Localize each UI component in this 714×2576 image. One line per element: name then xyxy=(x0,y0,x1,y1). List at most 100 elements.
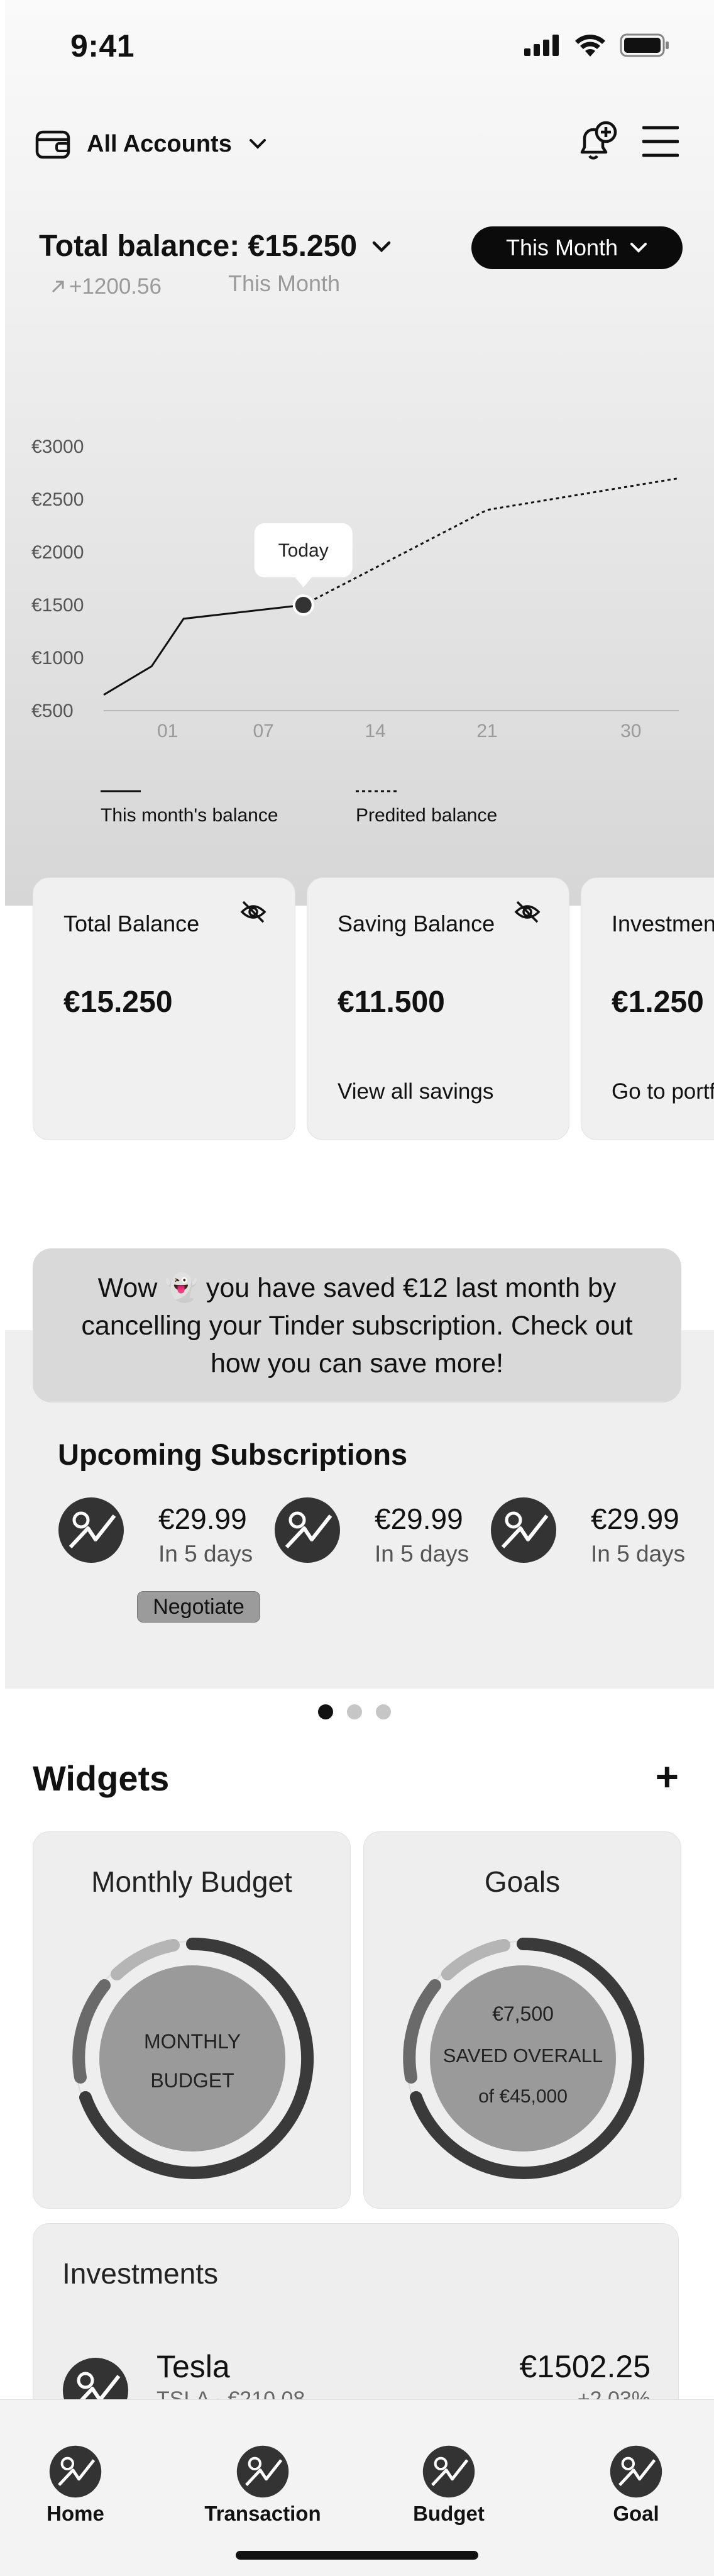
card-title: Total Balance xyxy=(63,911,200,936)
subscription-item[interactable]: €29.99 In 5 days xyxy=(490,1497,698,1579)
goal-saved-amount: €7,500 xyxy=(492,2002,554,2025)
eye-off-icon[interactable] xyxy=(239,899,267,924)
widget-title: Monthly Budget xyxy=(91,1865,292,1898)
goal-target: of €45,000 xyxy=(478,2086,568,2107)
chevron-down-icon xyxy=(249,139,266,149)
app-screen: 9:41 All Accounts Total balance: €15.250… xyxy=(0,0,714,2576)
today-tooltip-label: Today xyxy=(278,540,329,561)
total-balance-title: Total balance: €15.250 xyxy=(39,230,358,263)
y-tick-label: €2500 xyxy=(31,489,84,510)
ring-label-line1: MONTHLY xyxy=(144,2030,241,2053)
nav-goal[interactable]: Goal xyxy=(561,2445,711,2526)
nav-label: Transaction xyxy=(204,2502,321,2525)
balance-chart: €3000 €2500 €2000 €1500 €1000 €500 01 07 14 21 30 T… xyxy=(31,436,679,826)
bell-plus-icon[interactable] xyxy=(576,119,620,164)
bottom-navigation: Home Transaction Budget Goal xyxy=(0,2399,714,2576)
savings-tip-banner[interactable]: Wow 👻 you have saved €12 last month by c… xyxy=(33,1248,681,1402)
goals-widget[interactable]: Goals €7,500 SAVED OVERALL of €45,000 xyxy=(363,1831,681,2209)
budget-ring-chart: MONTHLY BUDGET xyxy=(72,1937,314,2179)
nav-label: Budget xyxy=(413,2502,485,2525)
y-tick-label: €1000 xyxy=(31,648,84,669)
x-tick-label: 14 xyxy=(365,721,385,741)
status-icons xyxy=(524,33,670,58)
period-selector-button[interactable]: This Month xyxy=(471,226,683,269)
budget-icon xyxy=(422,2445,475,2498)
y-tick-label: €500 xyxy=(31,701,74,721)
page-dot[interactable] xyxy=(347,1704,362,1719)
subscription-price: €29.99 xyxy=(375,1502,463,1535)
investment-name: Tesla xyxy=(157,2349,230,2384)
subscription-due: In 5 days xyxy=(375,1541,470,1567)
legend-label: This month's balance xyxy=(101,805,278,826)
arrow-up-right-icon xyxy=(52,280,64,293)
balance-change-value: +1200.56 xyxy=(69,274,162,299)
ring-label-line2: BUDGET xyxy=(150,2069,234,2092)
x-tick-label: 01 xyxy=(157,721,178,741)
ghost-emoji-icon: 👻 xyxy=(165,1272,199,1303)
goal-icon xyxy=(610,2445,662,2498)
wallet-icon xyxy=(35,130,70,159)
add-widget-button[interactable]: + xyxy=(656,1755,679,1799)
balance-cards: Total Balance €15.250 Saving Balance €11… xyxy=(33,877,714,1141)
widget-title: Investments xyxy=(62,2257,218,2290)
subscription-item[interactable]: €29.99 In 5 days xyxy=(58,1497,265,1579)
nav-label: Goal xyxy=(613,2502,659,2525)
y-tick-label: €3000 xyxy=(31,436,84,457)
subscription-logo-icon xyxy=(58,1497,124,1563)
accounts-selector[interactable]: All Accounts xyxy=(35,128,267,160)
subscription-due: In 5 days xyxy=(158,1541,253,1567)
period-selector-label: This Month xyxy=(505,235,618,260)
savings-tip-text: Wow 👻 you have saved €12 last month by c… xyxy=(58,1269,656,1382)
card-value: €1.250 xyxy=(612,985,704,1019)
battery-icon xyxy=(620,33,669,57)
x-tick-label: 07 xyxy=(253,721,273,741)
card-value: €15.250 xyxy=(63,985,173,1019)
card-investments[interactable]: Investments €1.250 Go to portfolio xyxy=(581,877,714,1140)
y-tick-label: €2000 xyxy=(31,542,84,563)
nav-transaction[interactable]: Transaction xyxy=(187,2445,338,2526)
tip-prefix: Wow xyxy=(97,1272,158,1303)
view-savings-link[interactable]: View all savings xyxy=(338,1079,493,1104)
x-tick-label: 21 xyxy=(476,721,497,741)
card-value: €11.500 xyxy=(338,985,445,1019)
eye-off-icon[interactable] xyxy=(514,899,541,924)
subscription-price: €29.99 xyxy=(591,1502,679,1535)
subscription-price: €29.99 xyxy=(158,1502,247,1535)
widgets-title: Widgets xyxy=(33,1758,170,1798)
subscription-logo-icon xyxy=(275,1497,340,1563)
accounts-label: All Accounts xyxy=(87,130,232,157)
balance-dropdown[interactable]: Total balance: €15.250 xyxy=(39,229,392,264)
portfolio-link[interactable]: Go to portfolio xyxy=(612,1079,714,1104)
y-tick-label: €1500 xyxy=(31,595,84,616)
predicted-balance-line xyxy=(303,477,679,606)
upcoming-subscriptions-title: Upcoming Subscriptions xyxy=(58,1438,408,1471)
monthly-budget-widget[interactable]: Monthly Budget MONTHLY BUDGET xyxy=(33,1831,351,2209)
nav-home[interactable]: Home xyxy=(0,2445,151,2526)
home-icon xyxy=(49,2445,102,2498)
today-tooltip-pointer xyxy=(294,577,312,587)
tip-body: you have saved €12 last month by cancell… xyxy=(81,1272,633,1379)
nav-budget[interactable]: Budget xyxy=(373,2445,524,2526)
menu-icon[interactable] xyxy=(642,125,679,158)
goals-ring-chart: €7,500 SAVED OVERALL of €45,000 xyxy=(403,1937,645,2179)
home-indicator[interactable] xyxy=(236,2551,478,2560)
chevron-down-icon xyxy=(630,243,647,253)
top-actions xyxy=(576,119,679,164)
card-saving-balance[interactable]: Saving Balance €11.500 View all savings xyxy=(307,877,569,1140)
card-total-balance[interactable]: Total Balance €15.250 xyxy=(33,877,295,1140)
card-title: Investments xyxy=(612,911,714,936)
balance-period: This Month xyxy=(228,270,341,296)
today-marker xyxy=(295,597,312,613)
signal-icon xyxy=(524,35,559,56)
transaction-icon xyxy=(236,2445,289,2498)
wifi-icon xyxy=(575,35,605,57)
status-time: 9:41 xyxy=(70,28,135,64)
x-tick-label: 30 xyxy=(620,721,641,741)
balance-change: +1200.56 xyxy=(50,274,162,299)
page-dot[interactable] xyxy=(376,1704,391,1719)
widget-title: Goals xyxy=(484,1865,561,1898)
legend-label: Predited balance xyxy=(356,805,497,826)
negotiate-button[interactable]: Negotiate xyxy=(137,1591,260,1623)
page-dot-active[interactable] xyxy=(318,1704,333,1719)
subscription-item[interactable]: €29.99 In 5 days xyxy=(274,1497,481,1579)
